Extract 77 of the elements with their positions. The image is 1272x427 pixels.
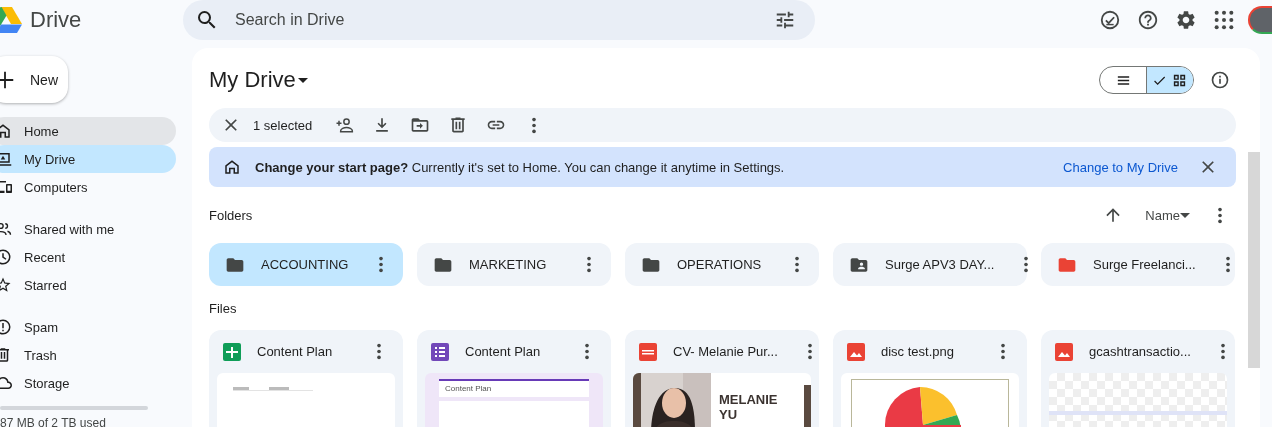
folder-name: Surge APV3 DAY... <box>885 257 995 272</box>
folder-card[interactable]: OPERATIONS <box>625 243 819 286</box>
storage-text: 87 MB of 2 TB used <box>0 416 107 427</box>
image-icon <box>1055 342 1073 361</box>
file-name: CV- Melanie Pur... <box>673 344 778 359</box>
more-icon <box>585 343 589 360</box>
search-options-icon <box>774 9 796 31</box>
drive-logo-icon <box>0 6 22 34</box>
form-icon <box>431 342 449 361</box>
grid-view-toggle[interactable] <box>1146 67 1193 93</box>
sidebar-item[interactable]: Home <box>0 117 176 145</box>
more-icon <box>1024 256 1029 273</box>
app-name: Drive <box>30 7 82 33</box>
more-icon <box>1220 343 1225 360</box>
banner-message: Change your start page? Currently it's set to Home. You can change it anytime in Settings. <box>255 159 785 175</box>
caret-icon <box>297 77 308 83</box>
folder-name: Surge Freelanci... <box>1093 257 1196 272</box>
sidebar-item[interactable]: Shared with me <box>0 215 176 243</box>
caret-icon <box>1180 212 1190 218</box>
avatar[interactable] <box>1248 6 1272 34</box>
more-icon <box>1218 206 1222 224</box>
folder-name: ACCOUNTING <box>261 257 349 272</box>
section-heading: Files <box>209 300 237 316</box>
preview-text: MELANIE <box>719 392 778 407</box>
sidebar-item[interactable]: Spam <box>0 313 176 341</box>
details-icon <box>1210 70 1230 90</box>
more-icon <box>587 256 591 273</box>
sidebar-item[interactable]: Starred <box>0 271 176 299</box>
more-icon <box>807 343 812 360</box>
page-title[interactable]: My Drive <box>209 67 308 93</box>
offline-status-icon <box>1099 9 1121 31</box>
file-card[interactable]: disc test.png <box>833 330 1027 427</box>
folder-card[interactable]: Surge APV3 DAY... <box>833 243 1027 286</box>
move-icon <box>410 115 431 135</box>
preview-text: Content Plan <box>445 384 492 393</box>
file-card[interactable]: CV- Melanie Pur... MELANIE YU <box>625 330 819 427</box>
folder-name: OPERATIONS <box>677 257 763 272</box>
folder-name: MARKETING <box>469 257 548 272</box>
sidebar-item[interactable]: Trash <box>0 341 176 369</box>
settings-icon <box>1175 9 1197 31</box>
sidebar-item[interactable]: My Drive <box>0 145 176 173</box>
folder-card[interactable]: Surge Freelanci... <box>1041 243 1235 286</box>
sort-menu-button[interactable]: Name <box>1145 207 1190 223</box>
sidebar-item[interactable]: Recent <box>0 243 176 271</box>
file-card[interactable]: Content Plan <box>209 330 403 427</box>
file-card[interactable]: Content Plan Content Plan <box>417 330 611 427</box>
section-heading: Folders <box>209 207 253 223</box>
scrollbar-thumb[interactable] <box>1248 152 1260 368</box>
file-name: Content Plan <box>257 344 334 359</box>
more-icon <box>377 343 381 360</box>
file-name: gcashtransactio... <box>1089 344 1191 359</box>
share-icon <box>334 115 355 135</box>
sidebar-item[interactable]: Computers <box>0 173 176 201</box>
accent-stripe <box>804 385 811 427</box>
more-icon <box>532 116 537 134</box>
folder-card[interactable]: MARKETING <box>417 243 611 286</box>
document-icon <box>639 342 657 361</box>
home-icon <box>223 158 241 176</box>
sidebar-item[interactable]: Storage <box>0 369 176 397</box>
more-icon <box>379 256 383 273</box>
apps-icon <box>1213 9 1235 31</box>
file-name: Content Plan <box>465 344 542 359</box>
more-icon <box>1225 256 1230 273</box>
file-name: disc test.png <box>881 344 955 359</box>
spreadsheet-icon <box>223 342 241 361</box>
file-card[interactable]: gcashtransactio... <box>1041 330 1235 427</box>
help-icon <box>1137 9 1159 31</box>
preview-text: YU <box>719 407 738 422</box>
selection-count: 1 selected <box>253 117 313 133</box>
more-icon <box>1001 343 1005 360</box>
search-field[interactable]: Search in Drive <box>183 0 815 40</box>
new-button[interactable]: New <box>0 56 68 103</box>
folder-card[interactable]: ACCOUNTING <box>209 243 403 286</box>
change-to-my-drive-link[interactable]: Change to My Drive <box>1063 159 1178 175</box>
search-input[interactable]: Search in Drive <box>233 10 755 30</box>
image-icon <box>847 342 865 361</box>
more-icon <box>795 256 799 273</box>
